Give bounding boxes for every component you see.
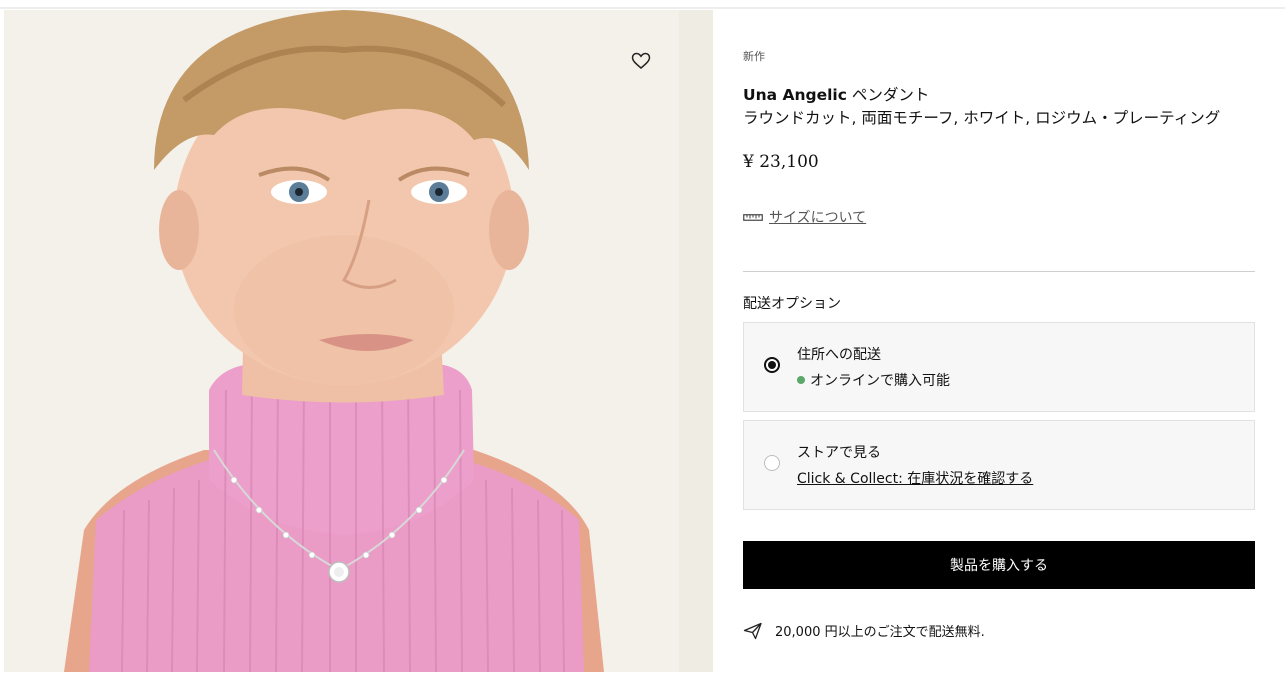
- product-title: Una Angelic ペンダント: [743, 83, 929, 105]
- size-guide-label[interactable]: サイズについて: [769, 207, 866, 227]
- delivery-option-store[interactable]: ストアで見る Click & Collect: 在庫状況を確認する: [743, 420, 1255, 510]
- heart-outline-icon: [631, 52, 651, 69]
- gallery-side-rail: [679, 10, 713, 672]
- size-guide-link[interactable]: サイズについて: [743, 207, 866, 227]
- section-divider: [743, 271, 1255, 272]
- product-brand: Una Angelic: [743, 86, 847, 104]
- store-option-title: ストアで見る: [797, 445, 881, 461]
- delivery-option-home[interactable]: 住所への配送 オンラインで購入可能: [743, 322, 1255, 412]
- product-description: ラウンドカット, 両面モチーフ, ホワイト, ロジウム・プレーティング: [743, 109, 1221, 127]
- wishlist-button[interactable]: [628, 48, 654, 74]
- header-divider: [0, 7, 1285, 9]
- product-price: ¥ 23,100: [743, 152, 819, 172]
- model-photo: [4, 10, 679, 672]
- product-image[interactable]: [4, 10, 679, 672]
- paper-plane-icon: [743, 622, 762, 639]
- new-badge: 新作: [743, 50, 765, 63]
- product-page: 新作 Una Angelic ペンダント ラウンドカット, 両面モチーフ, ホワ…: [0, 0, 1285, 682]
- free-shipping-text: 20,000 円以上のご注文で配送無料.: [775, 625, 985, 640]
- buy-button[interactable]: 製品を購入する: [743, 541, 1255, 589]
- radio-home-delivery[interactable]: [764, 357, 780, 373]
- click-collect-link[interactable]: Click & Collect: 在庫状況を確認する: [797, 468, 1033, 488]
- availability-dot-icon: [797, 376, 805, 384]
- ruler-icon: [743, 214, 763, 221]
- delivery-options-title: 配送オプション: [743, 296, 841, 312]
- product-name-suffix: ペンダント: [846, 86, 930, 104]
- availability-status: オンラインで購入可能: [797, 370, 950, 390]
- home-delivery-title: 住所への配送: [797, 347, 881, 363]
- free-shipping-note: 20,000 円以上のご注文で配送無料.: [743, 621, 985, 640]
- radio-store-pickup[interactable]: [764, 455, 780, 471]
- availability-text: オンラインで購入可能: [810, 373, 950, 389]
